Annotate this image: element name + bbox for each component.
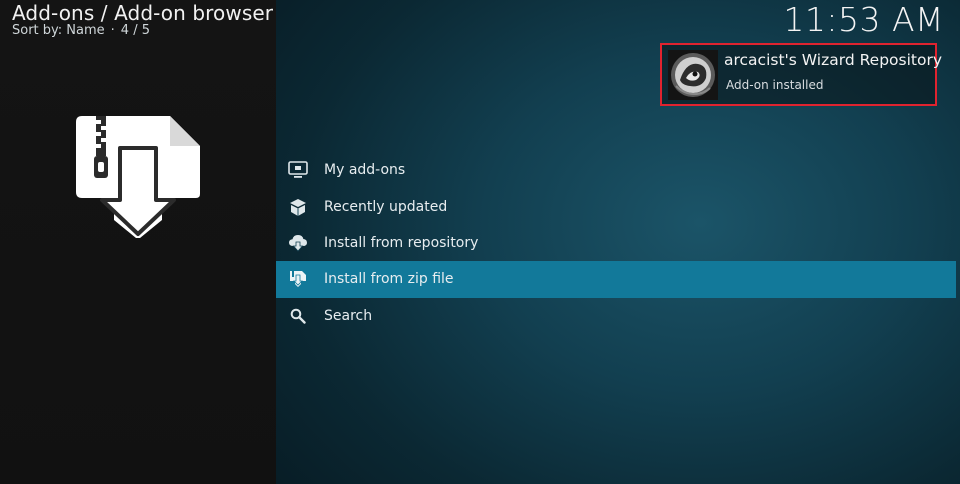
zip-install-icon [288,269,308,289]
addon-installed-notification: arcacist's Wizard Repository Add-on inst… [660,43,942,106]
page-indicator: 4 / 5 [120,23,150,38]
page-title: Add-ons / Add-on browser [12,1,274,25]
monitor-box-icon [288,160,308,180]
sort-info: Sort by: Name · 4 / 5 [12,23,150,38]
separator-dot: · [110,23,115,38]
menu-item-install-from-repository[interactable]: Install from repository [276,225,956,261]
menu-item-search[interactable]: Search [276,298,956,334]
sort-label[interactable]: Sort by: Name [12,23,105,38]
menu-item-label: Recently updated [324,198,448,215]
notification-title: arcacist's Wizard Repository [724,51,943,69]
repository-logo [668,50,718,100]
menu-item-recently-updated[interactable]: Recently updated [276,188,956,224]
notification-message: Add-on installed [726,78,824,92]
cloud-download-icon [288,233,308,253]
clock: 11:53 AM [783,0,944,39]
menu-item-install-from-zip-file[interactable]: Install from zip file [276,261,956,298]
open-box-icon [288,197,308,217]
menu-item-label: Search [324,307,373,324]
menu-item-label: Install from repository [324,234,479,251]
addon-browser-menu: My add-ons Recently updated Install from… [276,152,956,334]
sidebar-panel [0,0,276,484]
menu-item-label: Install from zip file [324,271,454,288]
search-icon [288,306,308,326]
menu-item-my-addons[interactable]: My add-ons [276,152,956,188]
zip-file-icon [76,116,200,238]
menu-item-label: My add-ons [324,162,406,179]
